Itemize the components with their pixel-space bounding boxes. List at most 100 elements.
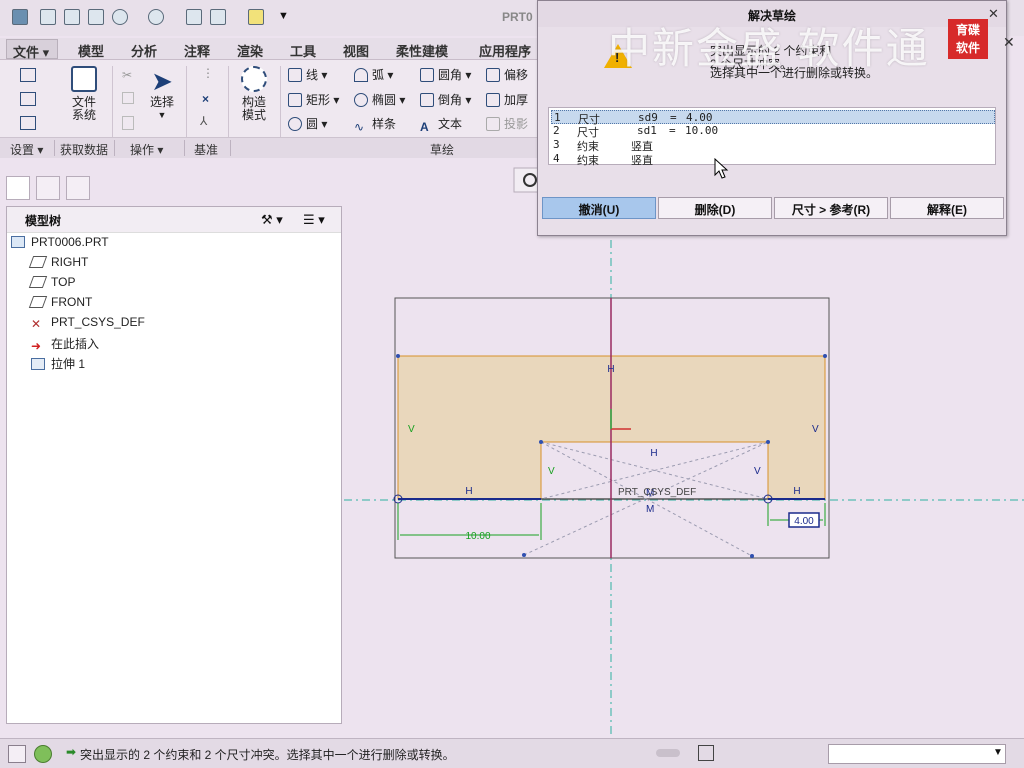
group-separator bbox=[112, 66, 113, 138]
tree-filter-icon[interactable]: ☰ ▾ bbox=[303, 212, 325, 228]
offset-icon bbox=[486, 68, 500, 82]
new-icon[interactable] bbox=[40, 9, 56, 25]
h-constraint: H bbox=[650, 448, 657, 459]
sketch-view-icon[interactable] bbox=[20, 116, 36, 130]
menu-view[interactable]: 视图 bbox=[343, 41, 369, 60]
construct-mode-icon bbox=[241, 66, 267, 92]
m-constraint: M bbox=[646, 504, 654, 515]
window-title: PRT0 bbox=[502, 10, 533, 24]
favorites-tab[interactable] bbox=[66, 176, 90, 200]
dim-sd1[interactable]: 10.00 bbox=[465, 531, 490, 542]
copy-icon bbox=[122, 92, 134, 104]
insert-arrow-icon: ➜ bbox=[31, 339, 42, 353]
file-system-icon bbox=[71, 66, 97, 92]
model-tree-tab[interactable] bbox=[6, 176, 30, 200]
navigator-toggle-icon[interactable] bbox=[8, 745, 26, 763]
qa-dropdown-icon[interactable]: ▼ bbox=[278, 10, 289, 22]
v-constraint: V bbox=[754, 466, 761, 477]
undo-button[interactable]: 撤消(U) bbox=[542, 197, 656, 219]
menu-flexible-modeling[interactable]: 柔性建模 bbox=[396, 41, 448, 60]
tree-item-part[interactable]: PRT0006.PRT bbox=[11, 235, 109, 249]
menu-analysis[interactable]: 分析 bbox=[131, 41, 157, 60]
browser-toggle-icon[interactable] bbox=[34, 745, 52, 763]
regenerate-icon[interactable] bbox=[186, 9, 202, 25]
windows-icon[interactable] bbox=[210, 9, 226, 25]
menu-annotate[interactable]: 注释 bbox=[184, 41, 210, 60]
graphics-canvas[interactable]: H H H H V V V V M M PRT_CSYS_DEF 10.00 4… bbox=[344, 160, 1024, 736]
ellipse-icon bbox=[354, 93, 368, 107]
menu-file[interactable]: 文件 ▾ bbox=[6, 39, 58, 60]
explain-button[interactable]: 解释(E) bbox=[890, 197, 1004, 219]
menubar: 文件 ▾ 模型 分析 注释 渲染 工具 视图 柔性建模 应用程序 bbox=[0, 38, 540, 60]
tree-item-front[interactable]: FRONT bbox=[28, 295, 92, 309]
rectangle-icon bbox=[288, 93, 302, 107]
close-icon[interactable]: ✕ bbox=[988, 6, 999, 22]
delete-button[interactable]: 删除(D) bbox=[658, 197, 772, 219]
select-arrow-icon: ➤ bbox=[151, 66, 173, 96]
message-arrow-icon: ➡ bbox=[66, 745, 77, 759]
tree-item-right[interactable]: RIGHT bbox=[28, 255, 88, 269]
group-operations[interactable]: 操作 ▾ bbox=[130, 141, 163, 158]
undo-icon[interactable] bbox=[112, 9, 128, 25]
csys-small-icon[interactable]: ⅄ bbox=[200, 114, 207, 128]
circle-tool[interactable]: 圆 ▾ bbox=[288, 115, 327, 132]
grid-icon[interactable] bbox=[20, 92, 36, 106]
minimize-ribbon-icon[interactable]: ✕ bbox=[1003, 34, 1015, 51]
construct-mode-button[interactable]: 构造 模式 bbox=[234, 66, 274, 122]
settings-icon[interactable] bbox=[20, 68, 36, 82]
group-separator bbox=[228, 66, 229, 138]
close-window-icon[interactable] bbox=[248, 9, 264, 25]
conflict-row[interactable]: 3 约束 竖直 bbox=[551, 138, 995, 153]
conflict-row[interactable]: 2 尺寸 sd1 = 10.00 bbox=[551, 124, 995, 139]
folder-browser-tab[interactable] bbox=[36, 176, 60, 200]
centerline-icon[interactable]: ⋮ bbox=[202, 66, 214, 80]
cut-icon: ✂ bbox=[122, 68, 133, 82]
part-icon bbox=[11, 236, 25, 248]
spline-icon: ∿ bbox=[354, 120, 365, 134]
model-tree-pane: 模型树 ⚒ ▾ ☰ ▾ PRT0006.PRT RIGHT TOP FRONT … bbox=[6, 206, 342, 724]
open-icon[interactable] bbox=[64, 9, 80, 25]
file-system-button[interactable]: 文件 系统 bbox=[62, 66, 106, 122]
tree-item-extrude[interactable]: 拉伸 1 bbox=[31, 355, 85, 372]
point-icon[interactable]: × bbox=[202, 92, 209, 106]
v-constraint: V bbox=[812, 424, 819, 435]
dim-to-ref-button[interactable]: 尺寸 > 参考(R) bbox=[774, 197, 888, 219]
ellipse-tool[interactable]: 椭圆 ▾ bbox=[354, 91, 405, 108]
tree-item-csys[interactable]: ✕ PRT_CSYS_DEF bbox=[31, 315, 145, 330]
spline-tool[interactable]: ∿ 样条 bbox=[354, 115, 396, 134]
fillet-tool[interactable]: 圆角 ▾ bbox=[420, 66, 471, 83]
circle-icon bbox=[288, 117, 302, 131]
tree-item-top[interactable]: TOP bbox=[28, 275, 75, 289]
tree-item-insert-here[interactable]: ➜ 在此插入 bbox=[31, 335, 99, 352]
rectangle-tool[interactable]: 矩形 ▾ bbox=[288, 91, 339, 108]
save-icon[interactable] bbox=[88, 9, 104, 25]
arc-tool[interactable]: 弧 ▾ bbox=[354, 66, 393, 83]
line-icon bbox=[288, 68, 302, 82]
app-icon bbox=[12, 9, 28, 25]
thicken-tool[interactable]: 加厚 bbox=[486, 91, 528, 108]
dim-sd9[interactable]: 4.00 bbox=[794, 516, 814, 527]
group-settings[interactable]: 设置 ▾ bbox=[10, 141, 43, 158]
text-tool[interactable]: A 文本 bbox=[420, 115, 462, 134]
h-constraint: H bbox=[607, 364, 614, 375]
offset-tool[interactable]: 偏移 bbox=[486, 66, 528, 83]
line-tool[interactable]: 线 ▾ bbox=[288, 66, 327, 83]
conflict-row[interactable]: 4 约束 竖直 bbox=[551, 152, 995, 167]
selection-filter-dropdown[interactable]: ▼ bbox=[828, 744, 1006, 764]
select-button[interactable]: ➤ 选择 ▼ bbox=[144, 66, 180, 122]
conflict-row[interactable]: 1 尺寸 sd9 = 4.00 bbox=[551, 110, 995, 126]
navigator-tabs bbox=[0, 172, 100, 202]
redo-icon[interactable] bbox=[148, 9, 164, 25]
menu-applications[interactable]: 应用程序 bbox=[479, 41, 531, 60]
chamfer-tool[interactable]: 倒角 ▾ bbox=[420, 91, 471, 108]
regen-status-icon[interactable] bbox=[698, 745, 714, 761]
tree-settings-icon[interactable]: ⚒ ▾ bbox=[261, 212, 283, 228]
project-icon bbox=[486, 117, 500, 131]
menu-render[interactable]: 渲染 bbox=[237, 41, 263, 60]
menu-tools[interactable]: 工具 bbox=[290, 41, 316, 60]
model-tree-header: 模型树 ⚒ ▾ ☰ ▾ bbox=[7, 207, 341, 233]
csys-icon: ✕ bbox=[31, 317, 42, 331]
menu-model[interactable]: 模型 bbox=[78, 41, 104, 60]
group-get-data[interactable]: 获取数据 bbox=[60, 141, 108, 158]
status-bar: ➡ 突出显示的 2 个约束和 2 个尺寸冲突。选择其中一个进行删除或转换。 ▼ bbox=[0, 738, 1024, 768]
